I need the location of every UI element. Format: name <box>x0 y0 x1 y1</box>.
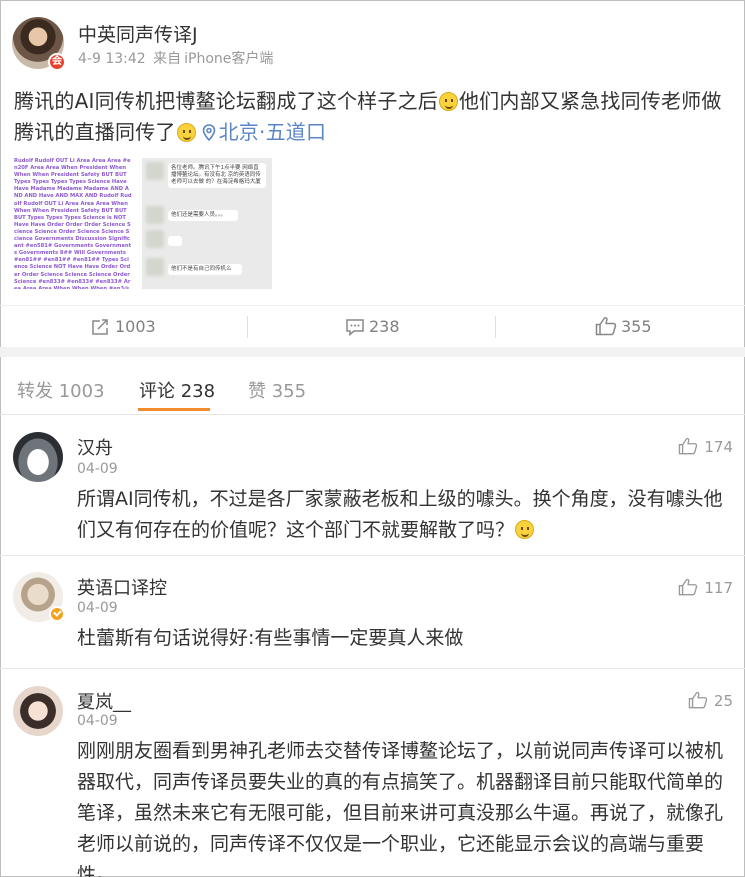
commenter-avatar[interactable] <box>13 572 65 622</box>
like-button[interactable]: 355 <box>595 306 652 348</box>
like-count: 355 <box>621 317 652 336</box>
post-image-thumbnail-1[interactable]: Rudolf Rudolf OUT Li Area Area Area #en2… <box>14 158 136 289</box>
smile-emoji-icon <box>438 92 458 111</box>
comment-button[interactable]: 238 <box>345 306 400 348</box>
comment-text: 杜蕾斯有句话说得好:有些事情一定要真人来做 <box>77 627 464 649</box>
section-gap <box>0 347 745 357</box>
comment-text-body: 所谓AI同传机，不过是各厂家蒙蔽老板和上级的噱头。换个角度，没有噱头他们又有何存… <box>77 488 723 541</box>
thumbnail-1-text: Rudolf Rudolf OUT Li Area Area Area #en2… <box>14 158 132 289</box>
divider <box>247 316 248 338</box>
comment-date: 04-09 <box>77 713 118 729</box>
comment-like-count: 174 <box>704 438 733 456</box>
comment-like-button[interactable]: 117 <box>678 578 733 597</box>
smile-emoji-icon <box>515 520 535 539</box>
comment-like-button[interactable]: 25 <box>688 691 733 710</box>
comment-text: 刚刚朋友圈看到男神孔老师去交替传译博鳌论坛了，以前说同声传译可以被机器取代，同声… <box>77 740 724 877</box>
comment-count: 238 <box>369 317 400 336</box>
commenter-name[interactable]: 夏岚__ <box>77 688 131 714</box>
comment-icon <box>346 319 364 337</box>
post-action-bar: 1003 238 355 <box>0 305 745 347</box>
blurred-avatar <box>146 206 164 224</box>
member-badge-icon: 会 <box>48 53 66 71</box>
repost-count: 1003 <box>115 317 156 336</box>
chat-bubble: 各位老师。腾讯下午1点半要 网络直播博鳌论坛。有没有北 京的英语同传老师可以去做… <box>168 163 266 188</box>
comment-like-button[interactable]: 174 <box>678 437 733 456</box>
comment-text: 所谓AI同传机，不过是各厂家蒙蔽老板和上级的噱头。换个角度，没有噱头他们又有何存… <box>77 484 737 546</box>
blurred-avatar <box>146 258 164 276</box>
post-meta: 4-9 13:42 来自 iPhone客户端 <box>78 48 273 68</box>
commenter-avatar[interactable] <box>13 686 63 736</box>
thumbs-up-icon <box>595 317 617 336</box>
chat-bubble: 他们不是有自己同传机么 <box>168 264 242 275</box>
author-avatar[interactable]: 会 <box>12 17 66 71</box>
comment-separator <box>0 668 745 669</box>
thumbs-up-icon <box>688 691 708 709</box>
tab-comments[interactable]: 评论 238 <box>139 377 215 403</box>
comment-date: 04-09 <box>77 461 118 477</box>
repost-icon <box>92 319 108 335</box>
post-source: iPhone客户端 <box>184 51 274 67</box>
verified-badge-icon <box>49 606 65 622</box>
tab-likes[interactable]: 赞 355 <box>248 377 306 403</box>
location-link[interactable]: 北京·五道口 <box>219 120 327 144</box>
blurred-avatar <box>146 162 164 180</box>
repost-button[interactable]: 1003 <box>91 306 156 348</box>
active-tab-indicator <box>138 408 210 411</box>
chat-bubble-emoji <box>168 236 182 246</box>
tab-reposts[interactable]: 转发 1003 <box>17 377 105 403</box>
post-text-part1: 腾讯的AI同传机把博鳌论坛翻成了这个样子之后 <box>14 89 438 113</box>
tab-divider <box>0 414 745 415</box>
post-author-name[interactable]: 中英同声传译J <box>78 20 198 47</box>
comment-like-count: 117 <box>704 579 733 597</box>
post-image-thumbnail-2[interactable]: 各位老师。腾讯下午1点半要 网络直播博鳌论坛。有没有北 京的英语同传老师可以去做… <box>142 158 272 289</box>
thumbs-up-icon <box>679 437 698 455</box>
post-date: 4-9 13:42 <box>78 51 146 67</box>
post-text: 腾讯的AI同传机把博鳌论坛翻成了这个样子之后 他们内部又紧急找同传老师做腾讯的直播… <box>14 86 734 148</box>
location-pin-icon <box>202 124 215 141</box>
comment-date: 04-09 <box>77 600 118 616</box>
source-prefix: 来自 <box>153 51 182 67</box>
divider <box>495 316 496 338</box>
commenter-avatar[interactable] <box>13 432 63 482</box>
commenter-name[interactable]: 汉舟 <box>77 434 113 460</box>
chat-bubble: 他们还是需要人员。。。 <box>168 210 238 221</box>
smile-emoji-icon <box>176 123 196 142</box>
comment-like-count: 25 <box>713 692 733 710</box>
comment-separator <box>0 555 745 556</box>
commenter-name[interactable]: 英语口译控 <box>77 574 167 600</box>
blurred-avatar <box>146 230 164 248</box>
thumbs-up-icon <box>679 578 698 596</box>
